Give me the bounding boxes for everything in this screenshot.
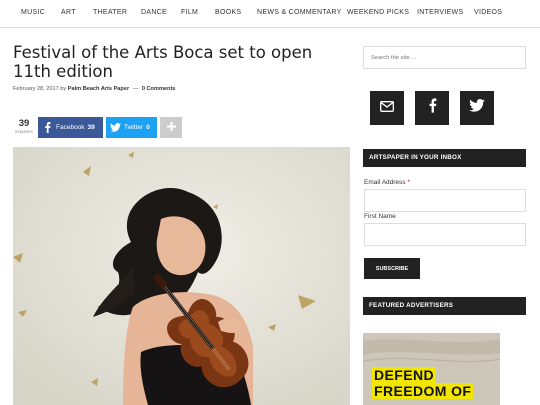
subscribe-button[interactable]: SUBSCRIBE [364, 258, 420, 279]
article-meta: February 28, 2017 by Palm Beach Arts Pap… [13, 86, 175, 92]
nav-item-news-commentary[interactable]: NEWS & COMMENTARY [257, 9, 342, 16]
nav-item-music[interactable]: MUSIC [21, 9, 45, 16]
nav-item-theater[interactable]: THEATER [93, 9, 127, 16]
email-field-label: Email Address * [364, 179, 410, 186]
twitter-share-button[interactable]: Twitter 0 [106, 117, 157, 138]
facebook-icon [428, 98, 437, 118]
top-nav: MUSIC ART THEATER DANCE FILM BOOKS NEWS … [0, 0, 540, 28]
twitter-icon [106, 123, 124, 132]
advertisers-widget-title: FEATURED ADVERTISERS [363, 297, 526, 315]
first-name-field-label: First Name [364, 213, 396, 220]
nav-item-art[interactable]: ART [61, 9, 76, 16]
ad-line-text: DEFEND [372, 367, 436, 383]
newsletter-widget-title: ARTSPAPER IN YOUR INBOX [363, 149, 526, 167]
email-label-text: Email Address [364, 179, 406, 186]
email-field[interactable] [364, 189, 526, 212]
nav-item-weekend-picks[interactable]: WEEKEND PICKS [347, 9, 409, 16]
facebook-icon [38, 122, 56, 133]
share-count: 39 [18, 118, 30, 129]
first-name-field[interactable] [364, 223, 526, 246]
nav-item-books[interactable]: BOOKS [215, 9, 241, 16]
more-share-button[interactable] [160, 117, 182, 138]
nav-item-film[interactable]: FILM [181, 9, 198, 16]
share-counter: 39 SHARES [13, 118, 35, 135]
facebook-share-button[interactable]: Facebook 39 [38, 117, 103, 138]
share-count-label: SHARES [14, 129, 34, 134]
nav-item-dance[interactable]: DANCE [141, 9, 167, 16]
featured-advertisement[interactable]: DEFEND FREEDOM OF [363, 333, 500, 405]
plus-icon [166, 122, 176, 133]
article-date: February 28, 2017 [13, 86, 59, 92]
ad-text: DEFEND FREEDOM OF [372, 367, 492, 399]
facebook-share-label: Facebook [56, 124, 85, 131]
nav-item-interviews[interactable]: INTERVIEWS [417, 9, 463, 16]
facebook-social-button[interactable] [415, 91, 449, 125]
required-mark: * [407, 179, 410, 186]
email-social-button[interactable] [370, 91, 404, 125]
search-input[interactable] [363, 46, 526, 69]
violinist-photo [13, 147, 350, 405]
twitter-social-button[interactable] [460, 91, 494, 125]
featured-image [13, 147, 350, 405]
article-by: by [60, 86, 67, 92]
nav-item-videos[interactable]: VIDEOS [474, 9, 502, 16]
ad-line-text: FREEDOM OF [372, 383, 474, 399]
article-author[interactable]: Palm Beach Arts Paper [68, 86, 129, 92]
twitter-share-count: 0 [146, 124, 150, 131]
twitter-icon [469, 99, 485, 117]
twitter-share-label: Twitter [124, 124, 144, 131]
envelope-icon [380, 99, 394, 117]
comments-link[interactable]: 0 Comments [142, 86, 176, 92]
ad-line: FREEDOM OF [372, 383, 492, 399]
article-title: Festival of the Arts Boca set to open 11… [13, 43, 313, 81]
facebook-share-count: 39 [87, 124, 95, 131]
meta-separator: — [132, 86, 139, 92]
ad-line: DEFEND [372, 367, 492, 383]
